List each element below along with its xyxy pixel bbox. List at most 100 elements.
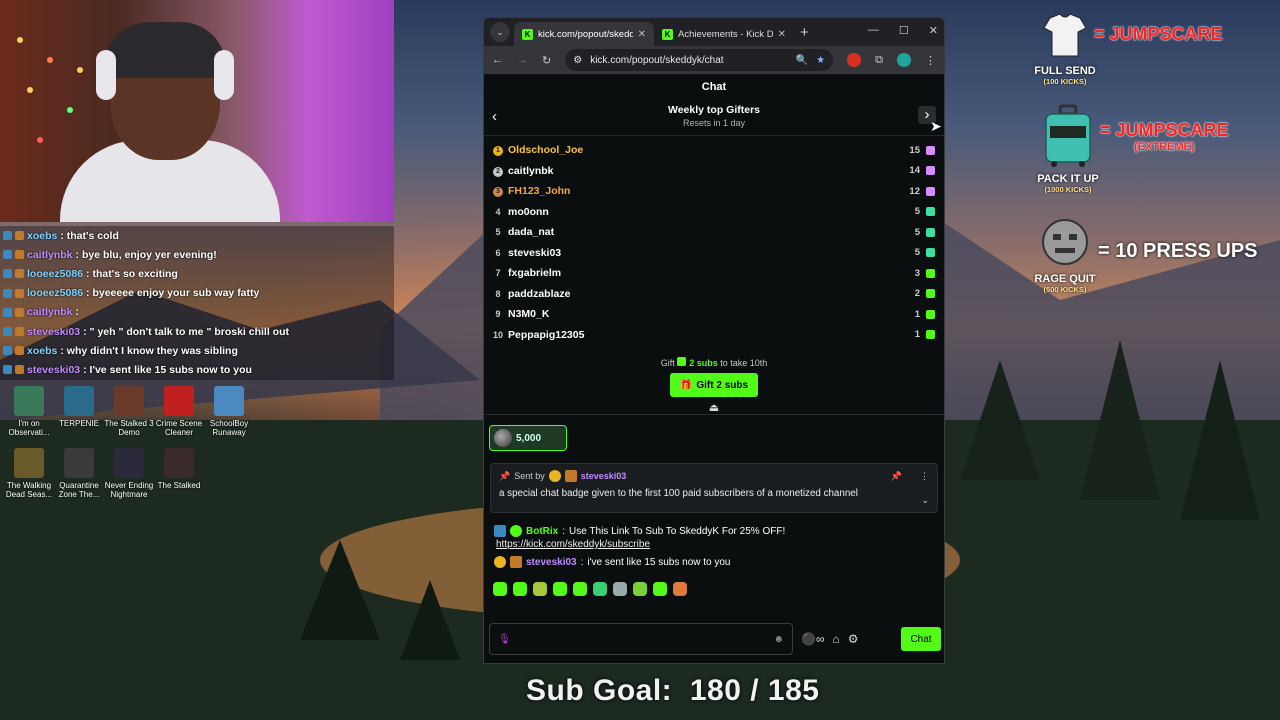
game-shortcut-icon <box>14 448 44 478</box>
rank-number: 8 <box>495 288 501 299</box>
kicks-pill[interactable]: 5,000 <box>489 425 567 451</box>
send-chat-button[interactable]: Chat <box>901 627 941 651</box>
back-icon[interactable]: ← <box>492 54 503 66</box>
emoji-icon[interactable]: ☻ <box>773 634 784 645</box>
close-tab-icon[interactable]: ✕ <box>638 29 646 40</box>
gift-icon <box>926 330 935 340</box>
sent-by-label: Sent by <box>514 471 545 481</box>
overlay-chat-line: caitlynbk: <box>0 302 394 322</box>
gift-count: 2 <box>914 288 920 300</box>
goal-reward: = 10 PRESS UPS <box>1098 240 1258 263</box>
reload-icon[interactable]: ↻ <box>542 54 551 67</box>
new-tab-icon[interactable]: + <box>800 24 809 41</box>
emote-icon[interactable] <box>673 582 687 596</box>
gift-subs-button[interactable]: 🎁 Gift 2 subs <box>670 373 758 397</box>
tab-search-icon[interactable]: ⌄ <box>490 22 510 42</box>
address-bar[interactable]: ⚙ kick.com/popout/skeddyk/chat 🔍 ★ <box>565 49 834 71</box>
desktop-shortcut[interactable]: The Stalked 3 Demo <box>102 386 156 437</box>
zoom-icon[interactable]: 🔍 <box>796 55 808 66</box>
pin-icon: 📌 <box>499 470 511 481</box>
emote-icon[interactable] <box>593 582 607 596</box>
pinned-user[interactable]: steveski03 <box>581 471 627 481</box>
gifter-name: paddzablaze <box>508 287 571 300</box>
tab-achievements[interactable]: K Achievements - Kick Dashb ✕ <box>654 22 794 46</box>
settings-gear-icon[interactable]: ⚙ <box>848 632 859 646</box>
gifter-row[interactable]: 2 caitlynbk 14 <box>490 161 938 182</box>
emote-icon[interactable] <box>533 582 547 596</box>
close-tab-icon[interactable]: ✕ <box>778 29 786 40</box>
desktop-shortcut-label: The Walking Dead Seas... <box>5 481 53 499</box>
gifter-row[interactable]: 4 mo0onn 5 <box>490 202 938 223</box>
emote-icon[interactable] <box>633 582 647 596</box>
gifter-name: Peppapig12305 <box>508 328 585 341</box>
desktop-shortcut[interactable]: The Walking Dead Seas... <box>2 448 56 499</box>
emote-icon[interactable] <box>553 582 567 596</box>
unpin-icon[interactable]: 📌 <box>891 471 902 482</box>
close-window-icon[interactable]: ✕ <box>929 24 938 37</box>
emote-icon[interactable] <box>513 582 527 596</box>
more-options-icon[interactable]: ⋮ <box>920 471 929 482</box>
gifter-row[interactable]: 10 Peppapig12305 1 <box>490 325 938 346</box>
tab-title: kick.com/popout/skeddyk/c <box>538 28 633 40</box>
avatar <box>494 429 512 447</box>
store-icon[interactable]: ⌂ <box>833 632 840 646</box>
kicks-icon[interactable]: ⚫∞ <box>801 632 825 646</box>
chevron-down-icon[interactable]: ⌄ <box>921 495 929 506</box>
browser-window: ⌄ K kick.com/popout/skeddyk/c ✕ K Achiev… <box>483 17 945 664</box>
microphone-icon[interactable]: 🎙 <box>498 634 511 645</box>
rank-medal-value: 2 <box>493 166 503 177</box>
overlay-chat-user: looeez5086 <box>27 267 84 280</box>
desktop-shortcut[interactable]: Never Ending Nightmare <box>102 448 156 499</box>
desktop-shortcut[interactable]: TERPENIE <box>52 386 106 428</box>
gift-icon <box>926 248 935 258</box>
desktop-shortcut[interactable]: Quarantine Zone The... <box>52 448 106 499</box>
gift-count: 12 <box>909 185 920 197</box>
gifter-badge-icon <box>15 269 24 279</box>
profile-avatar-icon[interactable] <box>897 53 911 67</box>
emote-icon[interactable] <box>493 582 507 596</box>
gifter-row[interactable]: 7 fxgabrielm 3 <box>490 263 938 284</box>
gift-count: 1 <box>914 308 920 320</box>
desktop-shortcut[interactable]: The Stalked <box>152 448 206 490</box>
sub-goal-label: Sub Goal: <box>526 674 673 707</box>
extension-icon[interactable] <box>847 53 862 67</box>
gift-cta-prefix: Gift <box>660 358 675 368</box>
suitcase-icon <box>1045 104 1091 167</box>
forward-icon[interactable]: → <box>517 54 528 66</box>
rage-face-icon <box>1042 219 1088 265</box>
menu-dots-icon[interactable]: ⋮ <box>925 54 936 67</box>
extensions-puzzle-icon[interactable]: ⧉ <box>875 54 883 67</box>
sub-badge-icon <box>3 231 12 241</box>
gifter-row[interactable]: 5 dada_nat 5 <box>490 222 938 243</box>
emote-icon[interactable] <box>573 582 587 596</box>
maximize-icon[interactable]: ☐ <box>899 24 909 37</box>
gifter-row[interactable]: 3 FH123_John 12 <box>490 181 938 202</box>
emote-icon[interactable] <box>653 582 667 596</box>
emote-icon[interactable] <box>613 582 627 596</box>
chevron-left-icon[interactable]: ‹ <box>492 108 497 125</box>
url-text: kick.com/popout/skeddyk/chat <box>590 54 724 66</box>
gift-count: 14 <box>909 165 920 177</box>
desktop-shortcut[interactable]: Crime Scene Cleaner <box>152 386 206 437</box>
gifter-row[interactable]: 9 N3M0_K 1 <box>490 304 938 325</box>
collapse-handle-icon[interactable]: ⏏ <box>484 401 944 415</box>
desktop-shortcut[interactable]: SchoolBoy Runaway <box>202 386 256 437</box>
gifter-row[interactable]: 6 steveski03 5 <box>490 243 938 264</box>
streamer-beanie <box>104 22 226 78</box>
chat-username[interactable]: steveski03 <box>526 557 577 568</box>
goal-label: PACK IT UP <box>1037 173 1099 185</box>
gifter-row[interactable]: 8 paddzablaze 2 <box>490 284 938 305</box>
chat-input[interactable]: 🎙 ☻ <box>489 623 793 655</box>
gifter-badge-icon <box>15 365 24 375</box>
desktop-shortcut[interactable]: I'm on Observati... <box>2 386 56 437</box>
gifter-row[interactable]: 1 Oldschool_Joe 15 <box>490 140 938 161</box>
site-info-icon[interactable]: ⚙ <box>573 55 582 66</box>
chat-link[interactable]: https://kick.com/skeddyk/subscribe <box>494 539 934 550</box>
gift-count: 15 <box>909 144 920 156</box>
gift-count: 5 <box>914 206 920 218</box>
minimize-icon[interactable]: — <box>868 24 879 37</box>
bookmark-star-icon[interactable]: ★ <box>816 55 825 66</box>
tab-kick-chat[interactable]: K kick.com/popout/skeddyk/c ✕ <box>514 22 654 46</box>
chat-username[interactable]: BotRix <box>526 526 558 537</box>
overlay-chat-text: : <box>75 306 80 319</box>
